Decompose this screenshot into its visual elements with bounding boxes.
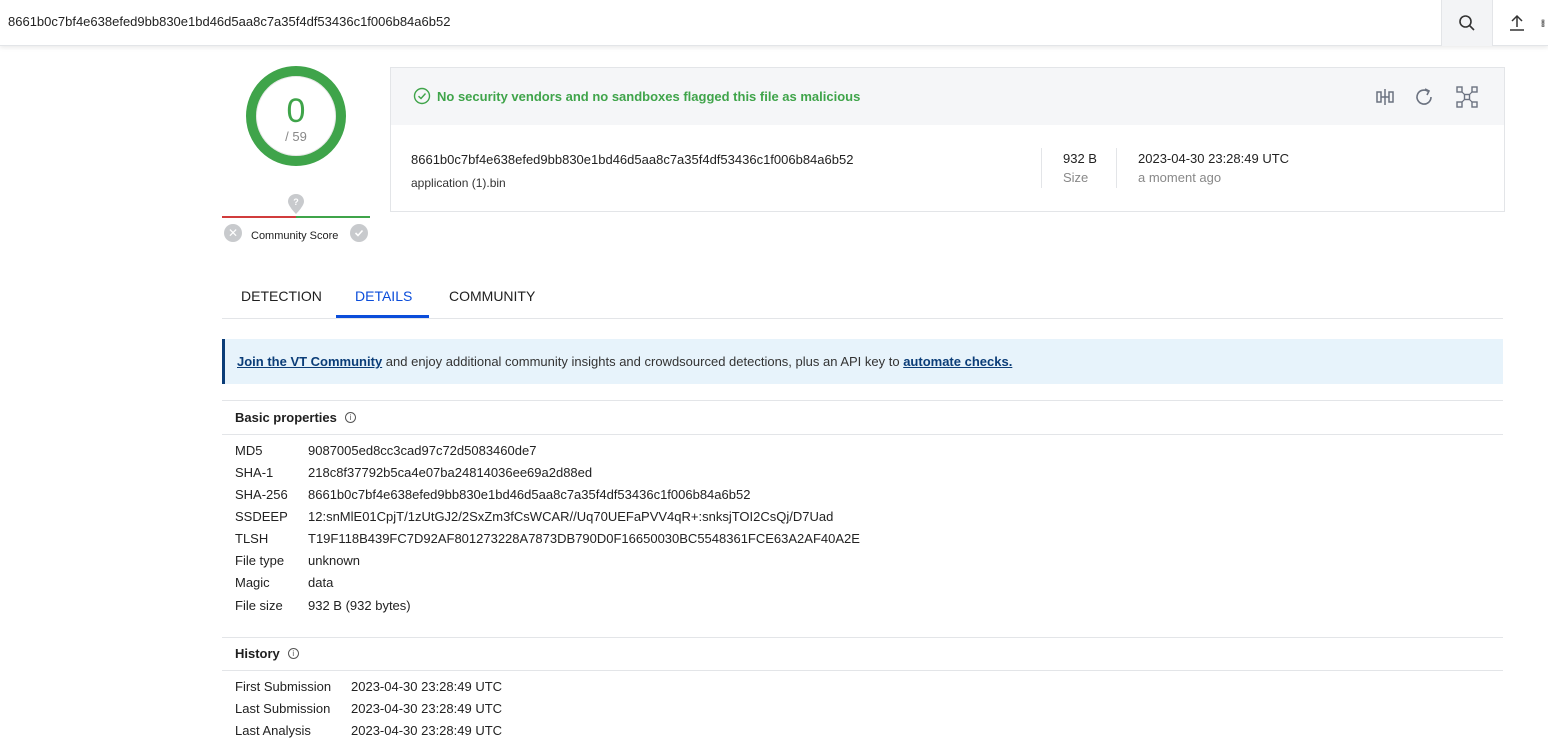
property-key: SHA-256 [235, 487, 288, 502]
property-value[interactable]: 8661b0c7bf4e638efed9bb830e1bd46d5aa8c7a3… [308, 487, 750, 502]
tab-details[interactable]: DETAILS [355, 288, 412, 304]
basic-properties-title: Basic properties [235, 410, 337, 425]
detection-count: 0 [286, 92, 306, 130]
property-key: SHA-1 [235, 465, 274, 480]
history-value: 2023-04-30 23:28:49 UTC [351, 701, 503, 716]
property-key: TLSH [235, 531, 269, 546]
community-banner: Join the VT Community and enjoy addition… [222, 339, 1503, 384]
divider [1041, 148, 1042, 188]
property-value[interactable]: 218c8f37792b5ca4e07ba24814036ee69a2d88ed [308, 465, 592, 480]
history-title: History [235, 646, 280, 661]
property-key: Magic [235, 575, 270, 590]
detection-score-ring: 0 / 59 [246, 66, 346, 166]
basic-properties-heading: Basic properties i [235, 410, 356, 425]
analysis-date: 2023-04-30 23:28:49 UTC [1138, 151, 1290, 166]
property-value[interactable]: T19F118B439FC7D92AF801273228A7873DB790D0… [308, 531, 860, 546]
info-icon[interactable]: i [287, 648, 299, 659]
reanalyze-icon[interactable] [1412, 85, 1436, 109]
section-divider [222, 637, 1503, 638]
history-key: Last Analysis [235, 723, 311, 738]
search-input[interactable]: 8661b0c7bf4e638efed9bb830e1bd46d5aa8c7a3… [8, 14, 450, 29]
tab-community[interactable]: COMMUNITY [449, 288, 535, 304]
info-icon[interactable]: i [344, 412, 356, 423]
community-score-positive-bar [296, 216, 370, 218]
file-summary-card: No security vendors and no sandboxes fla… [390, 67, 1505, 212]
automate-checks-link[interactable]: automate checks. [903, 354, 1012, 369]
search-icon [1459, 15, 1475, 31]
top-search-bar: 8661b0c7bf4e638efed9bb830e1bd46d5aa8c7a3… [0, 0, 1548, 46]
property-value: data [308, 575, 334, 590]
file-name: application (1).bin [411, 176, 506, 190]
history-heading: History i [235, 646, 299, 661]
tab-detection[interactable]: DETECTION [241, 288, 322, 304]
property-key: File type [235, 553, 285, 568]
apps-menu-button[interactable] [1541, 0, 1548, 46]
graph-icon[interactable] [1455, 85, 1479, 109]
compare-icon[interactable] [1373, 85, 1397, 109]
history-key: Last Submission [235, 701, 331, 716]
verdict-header: No security vendors and no sandboxes fla… [391, 68, 1504, 125]
vote-malicious-icon[interactable]: ✕ [224, 224, 242, 242]
verdict-text: No security vendors and no sandboxes fla… [437, 89, 861, 104]
vote-harmless-icon[interactable] [350, 224, 368, 242]
file-hash[interactable]: 8661b0c7bf4e638efed9bb830e1bd46d5aa8c7a3… [411, 152, 853, 167]
engine-total: / 59 [285, 129, 307, 144]
upload-button[interactable] [1493, 0, 1541, 46]
banner-message: and enjoy additional community insights … [382, 354, 904, 369]
search-button[interactable] [1441, 0, 1493, 46]
property-value: unknown [308, 553, 361, 568]
grid-icon [1541, 19, 1545, 27]
file-size-label: Size [1063, 170, 1089, 185]
file-size-value: 932 B [1063, 151, 1097, 166]
community-score-marker-icon: ? [288, 194, 304, 214]
section-divider [222, 400, 1503, 401]
check-circle-icon [413, 87, 431, 105]
property-key: SSDEEP [235, 509, 288, 524]
history-value: 2023-04-30 23:28:49 UTC [351, 723, 503, 738]
analysis-date-relative: a moment ago [1138, 170, 1222, 185]
active-tab-indicator [336, 315, 429, 318]
property-key: MD5 [235, 443, 263, 458]
history-key: First Submission [235, 679, 332, 694]
property-value[interactable]: 12:snMlE01CpjT/1zUtGJ2/2SxZm3fCsWCAR//Uq… [308, 509, 833, 524]
divider [1116, 148, 1117, 188]
property-key: File size [235, 598, 283, 613]
section-divider [222, 434, 1503, 435]
join-community-link[interactable]: Join the VT Community [237, 354, 382, 369]
history-value: 2023-04-30 23:28:49 UTC [351, 679, 503, 694]
property-value: 932 B (932 bytes) [308, 598, 411, 613]
banner-text: Join the VT Community and enjoy addition… [237, 354, 1012, 369]
report-tabs: DETECTION DETAILS COMMUNITY [222, 270, 1503, 319]
svg-text:?: ? [293, 197, 299, 207]
section-divider [222, 670, 1503, 671]
property-value[interactable]: 9087005ed8cc3cad97c72d5083460de7 [308, 443, 536, 458]
community-score-negative-bar [222, 216, 296, 218]
upload-icon [1510, 14, 1524, 31]
community-score-label: Community Score [251, 230, 339, 242]
